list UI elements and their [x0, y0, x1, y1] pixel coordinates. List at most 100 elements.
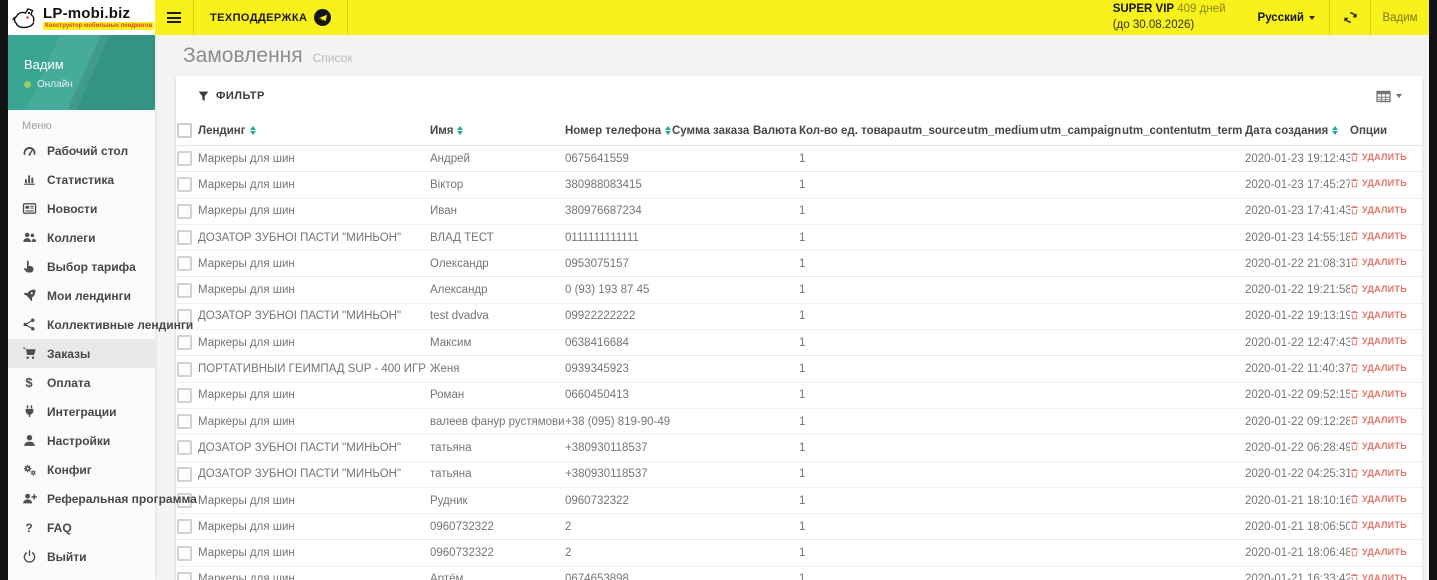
row-checkbox[interactable] [177, 203, 192, 219]
sidebar-item-dollar[interactable]: $ Оплата [8, 368, 155, 397]
column-header-phone[interactable]: Номер телефона [565, 125, 672, 137]
row-checkbox[interactable] [177, 466, 192, 482]
tech-support-button[interactable]: ТЕХПОДДЕРЖКА [194, 0, 347, 35]
cell-landing: Маркеры для шин [198, 573, 295, 580]
column-header-label: utm_campaign [1040, 124, 1122, 137]
row-checkbox[interactable] [177, 256, 192, 272]
cell-name: татьяна [430, 441, 472, 454]
row-checkbox[interactable] [177, 440, 192, 456]
cell-date: 2020-01-21 16:33:42 [1245, 573, 1350, 580]
cell-name: татьяна [430, 468, 472, 481]
row-checkbox[interactable] [177, 177, 192, 193]
delete-order-button[interactable]: УДАЛИТЬ [1350, 178, 1407, 188]
cell-qty: 1 [799, 363, 806, 376]
cell-phone: 380976687234 [565, 205, 642, 218]
topbar-username: Вадим [1382, 11, 1418, 24]
column-header-date[interactable]: Дата создания [1245, 125, 1350, 137]
delete-order-button[interactable]: УДАЛИТЬ [1350, 441, 1407, 451]
filter-button[interactable]: ФИЛЬТР [198, 90, 265, 102]
cell-date: 2020-01-23 19:12:43 [1245, 152, 1350, 165]
stats-icon [21, 172, 37, 188]
cell-landing: Маркеры для шин [198, 389, 295, 402]
row-checkbox[interactable] [177, 361, 192, 377]
delete-order-button[interactable]: УДАЛИТЬ [1350, 520, 1407, 530]
sidebar-item-news[interactable]: Новости [8, 194, 155, 223]
row-checkbox[interactable] [177, 230, 192, 246]
column-header-currency: Валюта [753, 125, 799, 137]
delete-order-button[interactable]: УДАЛИТЬ [1350, 494, 1407, 504]
refresh-button[interactable] [1330, 0, 1370, 35]
delete-order-button[interactable]: УДАЛИТЬ [1350, 336, 1407, 346]
delete-order-button[interactable]: УДАЛИТЬ [1350, 284, 1407, 294]
column-header-landing[interactable]: Лендинг [198, 125, 430, 137]
topbar: LP-mobi.biz Конструктор мобильных лендин… [8, 0, 1429, 35]
hamburger-menu-button[interactable] [155, 0, 193, 35]
orders-table-row: Маркеры для шин Иван 380976687234 1 2020-01-… [176, 199, 1422, 225]
sidebar-item-label: FAQ [47, 520, 72, 535]
column-header-label: utm_source [901, 124, 967, 137]
delete-label: УДАЛИТЬ [1362, 388, 1408, 399]
row-checkbox[interactable] [177, 282, 192, 298]
cell-phone: 2 [565, 547, 572, 560]
trash-icon [1350, 310, 1359, 320]
cell-landing: ПОРТАТИВНЫЙ ГЕЙМПАД SUP - 400 ИГР В 1 [198, 363, 430, 376]
sidebar-item-plug[interactable]: Интеграции [8, 397, 155, 426]
sidebar-item-stats[interactable]: Статистика [8, 165, 155, 194]
column-header-utm_medium: utm_medium [967, 125, 1040, 137]
column-settings-button[interactable] [1376, 90, 1402, 103]
row-checkbox[interactable] [177, 571, 192, 580]
sidebar-item-cart[interactable]: Заказы [8, 339, 155, 368]
column-header-name[interactable]: Имя [430, 125, 565, 137]
sidebar-item-rocket[interactable]: Мои лендинги [8, 281, 155, 310]
cell-name: Роман [430, 389, 465, 402]
sidebar-item-gears[interactable]: Конфиг [8, 455, 155, 484]
cell-phone: 0111111111111 [565, 231, 639, 244]
row-checkbox[interactable] [177, 545, 192, 561]
column-header-utm_term: utm_term [1190, 125, 1245, 137]
cell-landing: Маркеры для шин [198, 336, 295, 349]
topbar-user-button[interactable]: Вадим [1371, 0, 1429, 35]
orders-table-row: Маркеры для шин валеев фанур рустямович +3… [176, 409, 1422, 436]
row-checkbox[interactable] [177, 414, 192, 430]
trash-icon [1350, 257, 1359, 267]
delete-label: УДАЛИТЬ [1362, 441, 1408, 452]
row-checkbox[interactable] [177, 519, 192, 535]
row-checkbox[interactable] [177, 387, 192, 403]
delete-order-button[interactable]: УДАЛИТЬ [1350, 547, 1407, 557]
delete-order-button[interactable]: УДАЛИТЬ [1350, 415, 1407, 425]
sidebar-item-label: Новости [47, 201, 98, 216]
delete-order-button[interactable]: УДАЛИТЬ [1350, 468, 1407, 478]
delete-order-button[interactable]: УДАЛИТЬ [1350, 231, 1407, 241]
sidebar-item-question[interactable]: ? FAQ [8, 513, 155, 542]
delete-order-button[interactable]: УДАЛИТЬ [1350, 205, 1407, 215]
delete-order-button[interactable]: УДАЛИТЬ [1350, 363, 1407, 373]
delete-label: УДАЛИТЬ [1362, 415, 1408, 426]
sidebar-item-dashboard[interactable]: Рабочий стол [8, 136, 155, 165]
cell-date: 2020-01-22 21:08:31 [1245, 257, 1350, 270]
delete-order-button[interactable]: УДАЛИТЬ [1350, 152, 1407, 162]
sidebar-item-user-plus[interactable]: Реферальная программа [8, 484, 197, 513]
sidebar-item-power[interactable]: Выйти [8, 542, 155, 571]
row-checkbox[interactable] [177, 335, 192, 351]
sidebar-item-colleagues[interactable]: Коллеги [8, 223, 155, 252]
delete-label: УДАЛИТЬ [1362, 309, 1408, 320]
table-toolbar: ФИЛЬТР [176, 76, 1422, 116]
orders-table-row: Маркеры для шин Андрей 0675641559 1 2020-01-… [176, 146, 1422, 173]
logo-title: LP-mobi.biz [43, 4, 131, 22]
select-all-checkbox[interactable] [177, 123, 192, 138]
cell-qty: 1 [799, 494, 806, 507]
sidebar-item-hand-pointer[interactable]: Выбор тарифа [8, 252, 155, 281]
scrollbar-track[interactable] [1429, 0, 1437, 580]
cell-options: УДАЛИТЬ [1350, 310, 1422, 323]
sidebar-user-panel: Вадим Онлайн [8, 35, 155, 110]
delete-order-button[interactable]: УДАЛИТЬ [1350, 257, 1407, 267]
language-selector[interactable]: Русский [1244, 0, 1329, 35]
delete-order-button[interactable]: УДАЛИТЬ [1350, 573, 1407, 580]
delete-order-button[interactable]: УДАЛИТЬ [1350, 310, 1407, 320]
sidebar-item-user[interactable]: Настройки [8, 426, 155, 455]
sidebar-item-share[interactable]: Коллективные лендинги [8, 310, 193, 339]
trash-icon [1350, 205, 1359, 215]
app-logo[interactable]: LP-mobi.biz Конструктор мобильных лендин… [8, 0, 155, 35]
row-checkbox[interactable] [177, 151, 192, 167]
delete-order-button[interactable]: УДАЛИТЬ [1350, 389, 1407, 399]
